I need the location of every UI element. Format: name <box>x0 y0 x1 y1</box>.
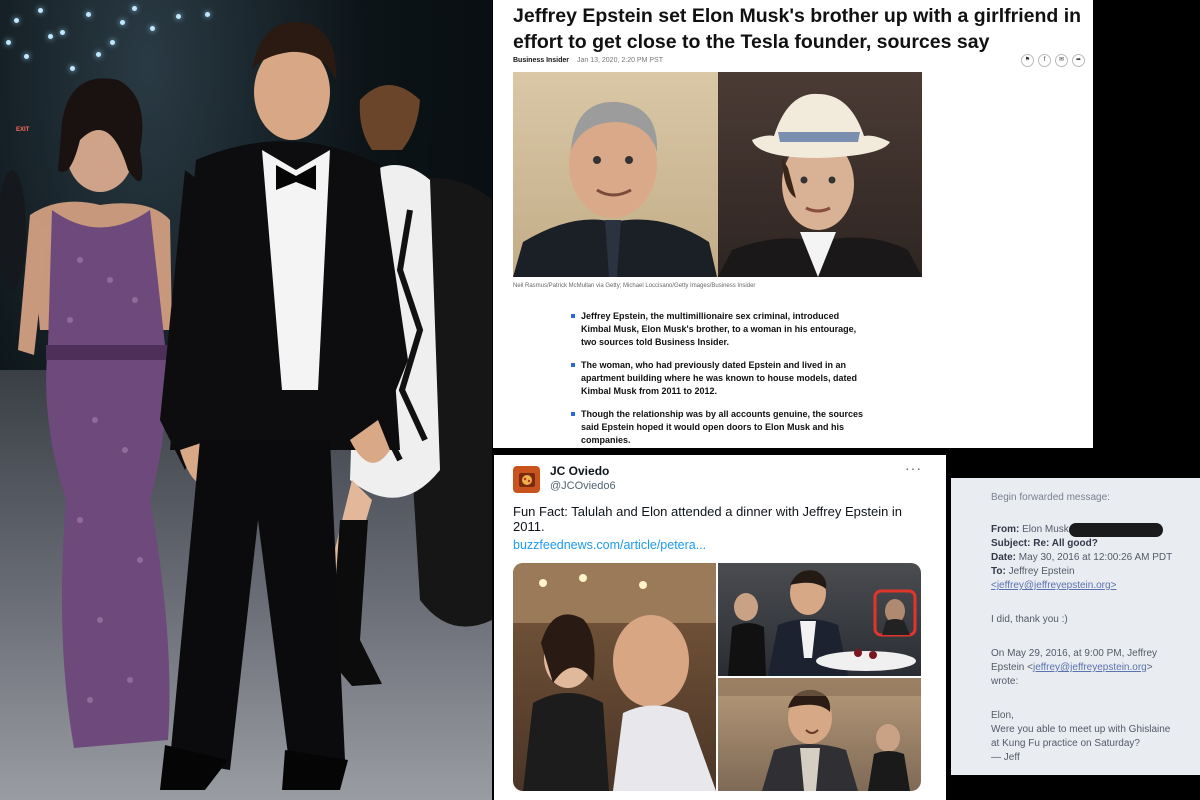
redaction-bar <box>1069 523 1163 537</box>
display-name[interactable]: JC Oviedo <box>550 464 609 478</box>
to-label: To: <box>991 566 1006 577</box>
email-subject-row: Subject: Re: All good? <box>991 538 1098 549</box>
publication-name[interactable]: Business Insider <box>513 57 569 64</box>
body-line: — Jeff <box>991 752 1020 763</box>
body-line: Elon, <box>991 710 1014 721</box>
publish-date: Jan 13, 2020, 2:20 PM PST <box>576 57 663 64</box>
email-date-row: Date: May 30, 2016 at 12:00:26 AM PDT <box>991 552 1172 563</box>
key-point: The woman, who had previously dated Epst… <box>571 359 871 398</box>
media-photo-dinner-3[interactable] <box>718 678 921 791</box>
to-email-link[interactable]: <jeffrey@jeffreyepstein.org> <box>991 580 1116 591</box>
cowboy-hat <box>751 93 890 158</box>
email-icon[interactable]: ✉ <box>1055 54 1068 67</box>
facebook-icon[interactable]: f <box>1038 54 1051 67</box>
tweet-media-grid[interactable] <box>513 563 921 791</box>
tweet-link[interactable]: buzzfeednews.com/article/petera... <box>513 538 706 552</box>
more-options-icon[interactable]: ··· <box>905 460 922 476</box>
article-hero-image <box>513 72 922 277</box>
reply-text: I did, thank you :) <box>991 614 1068 625</box>
bookmark-icon[interactable]: ⚑ <box>1021 54 1034 67</box>
hero-photo-left <box>513 72 718 277</box>
user-handle[interactable]: @JCOviedo6 <box>550 480 616 492</box>
tweet-card: JC Oviedo @JCOviedo6 ··· Fun Fact: Talul… <box>494 455 946 800</box>
hero-photo-right <box>717 72 922 277</box>
article-meta: Business Insider Jan 13, 2020, 2:20 PM P… <box>513 57 663 64</box>
avatar[interactable] <box>513 466 540 493</box>
tuxedo-pants <box>170 440 345 770</box>
tweet-text: Fun Fact: Talulah and Elon attended a di… <box>513 504 903 534</box>
quote-sender-name: Epstein < <box>991 662 1033 673</box>
body-line: at Kung Fu practice on Saturday? <box>991 738 1140 749</box>
email-to-row: To: Jeffrey Epstein <box>991 566 1075 577</box>
news-article-card: Jeffrey Epstein set Elon Musk's brother … <box>493 0 1093 448</box>
key-point: Though the relationship was by all accou… <box>571 408 871 447</box>
share-bar: ⚑ f ✉ ➦ <box>1021 54 1085 67</box>
forwarded-header: Begin forwarded message: <box>991 492 1110 503</box>
date-label: Date: <box>991 552 1017 563</box>
media-photo-dinner-2[interactable] <box>718 563 921 676</box>
email-to-address: <jeffrey@jeffreyepstein.org> <box>991 580 1116 591</box>
email-printout: Begin forwarded message: From: Elon Musk… <box>951 478 1200 775</box>
date-value: May 30, 2016 at 12:00:26 AM PDT <box>1018 552 1173 563</box>
quote-sender-email[interactable]: jeffrey@jeffreyepstein.org <box>1033 662 1147 673</box>
to-value: Jeffrey Epstein <box>1008 566 1075 577</box>
from-value: Elon Musk <box>1022 524 1069 535</box>
article-headline[interactable]: Jeffrey Epstein set Elon Musk's brother … <box>513 3 1083 55</box>
key-point: Jeffrey Epstein, the multimillionaire se… <box>571 310 871 349</box>
sequin-gown <box>46 210 170 748</box>
quote-header-line2: Epstein <jeffrey@jeffreyepstein.org> <box>991 662 1153 673</box>
quote-sender-end: > <box>1146 662 1153 673</box>
share-icon[interactable]: ➦ <box>1072 54 1085 67</box>
event-photo: EXIT <box>0 0 492 800</box>
from-label: From: <box>991 524 1020 535</box>
body-line: Were you able to meet up with Ghislaine <box>991 724 1171 735</box>
subject-value: Re: All good? <box>1033 538 1098 549</box>
media-photo-dinner-1[interactable] <box>513 563 716 791</box>
event-figures <box>0 21 492 790</box>
email-from-row: From: Elon Musk <box>991 524 1069 535</box>
photo-caption: Neil Rasmus/Patrick McMullan via Getty; … <box>513 283 756 289</box>
pizza-box-icon <box>518 472 535 487</box>
key-points-list: Jeffrey Epstein, the multimillionaire se… <box>571 310 871 448</box>
quote-header-line3: wrote: <box>991 676 1019 687</box>
subject-label: Subject: <box>991 538 1031 549</box>
quote-header-line1: On May 29, 2016, at 9:00 PM, Jeffrey <box>991 648 1158 659</box>
